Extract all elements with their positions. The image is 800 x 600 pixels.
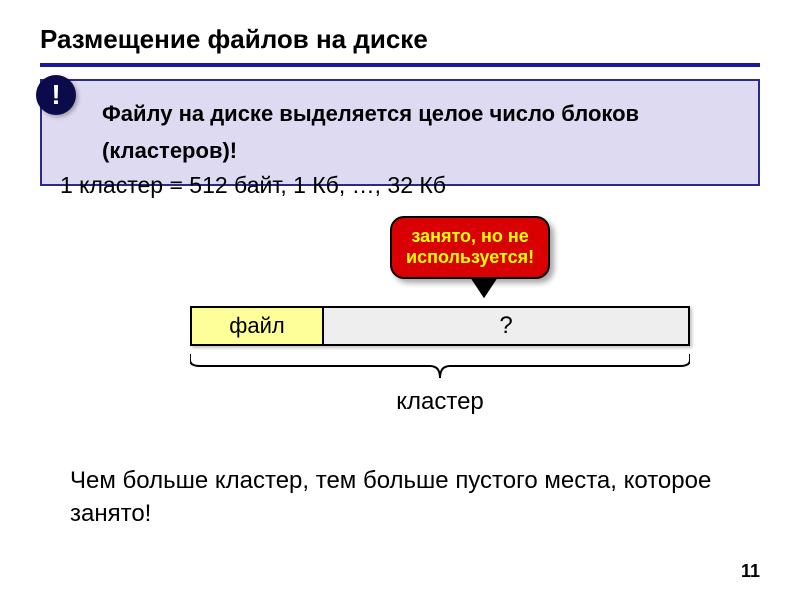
unused-segment: ? xyxy=(324,308,688,344)
file-segment: файл xyxy=(192,308,324,344)
speech-bubble: занято, но не используется! xyxy=(390,216,550,279)
page-number: 11 xyxy=(741,561,760,582)
bottom-paragraph: Чем больше кластер, тем больше пустого м… xyxy=(70,465,740,530)
speech-line-2: используется! xyxy=(406,247,534,269)
exclamation-icon: ! xyxy=(36,75,76,115)
callout-line-1: Файлу на диске выделяется целое число бл… xyxy=(102,95,744,132)
brace-label: кластер xyxy=(190,388,690,416)
callout-line-2: (кластеров)! xyxy=(102,132,744,169)
speech-line-1: занято, но не xyxy=(406,226,534,248)
cluster-bar: файл ? xyxy=(190,306,690,346)
title-underline xyxy=(40,63,760,67)
page-title: Размещение файлов на диске xyxy=(40,24,760,55)
speech-tail-icon xyxy=(470,276,498,298)
slide: Размещение файлов на диске ! Файлу на ди… xyxy=(0,0,800,600)
callout-box: ! Файлу на диске выделяется целое число … xyxy=(40,79,760,186)
brace-icon xyxy=(190,352,690,382)
cluster-equation: 1 кластер = 512 байт, 1 Кб, …, 32 Кб xyxy=(60,172,446,199)
